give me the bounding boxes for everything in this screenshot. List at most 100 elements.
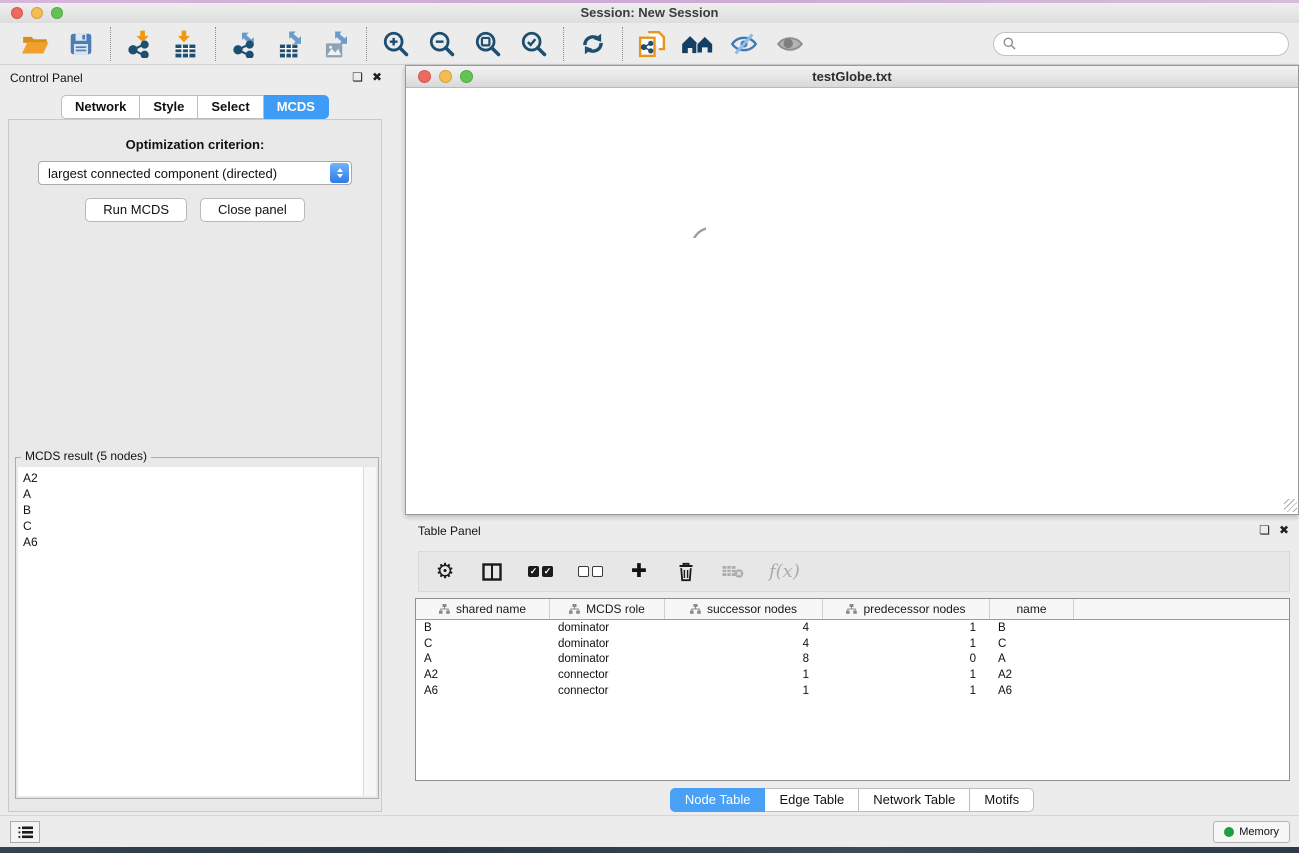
column-header-shared-name[interactable]: shared name xyxy=(416,599,550,619)
result-scrollbar[interactable] xyxy=(363,467,376,796)
deselect-all-button[interactable] xyxy=(578,558,603,586)
search-input[interactable] xyxy=(1021,37,1279,51)
function-builder-button[interactable]: f(x) xyxy=(769,558,800,586)
columns-button[interactable] xyxy=(481,558,503,586)
trash-icon xyxy=(677,561,695,582)
table-row[interactable]: A6connector11A6 xyxy=(416,683,1289,699)
close-panel-icon[interactable]: ✖ xyxy=(372,70,382,84)
function-builder-icon: f(x) xyxy=(769,561,800,582)
export-table-button[interactable] xyxy=(273,27,309,61)
select-all-button[interactable]: ✓✓ xyxy=(528,558,553,586)
maximize-network-window-button[interactable] xyxy=(460,70,473,83)
network-view-window[interactable]: testGlobe.txt B4B2BB3A5A8A6B1A3AC2A1A2A4… xyxy=(405,65,1299,515)
zoom-in-button[interactable] xyxy=(378,27,414,61)
table-cell: dominator xyxy=(550,653,665,665)
close-window-button[interactable] xyxy=(11,7,23,19)
column-header-successor-nodes[interactable]: successor nodes xyxy=(665,599,823,619)
maximize-window-button[interactable] xyxy=(51,7,63,19)
table-cell: dominator xyxy=(550,638,665,650)
gear-button[interactable]: ⚙ xyxy=(434,558,456,586)
float-panel-icon[interactable]: ❏ xyxy=(352,70,363,84)
resize-grip[interactable] xyxy=(1284,499,1297,512)
export-network-button[interactable] xyxy=(227,27,263,61)
column-header-predecessor-nodes[interactable]: predecessor nodes xyxy=(823,599,990,619)
zoom-selected-button[interactable] xyxy=(516,27,552,61)
table-cell: B xyxy=(416,622,550,634)
delete-button[interactable] xyxy=(675,558,697,586)
close-panel-button[interactable]: Close panel xyxy=(200,198,305,222)
import-table-button[interactable] xyxy=(168,27,204,61)
save-session-button[interactable] xyxy=(63,27,99,61)
run-mcds-button[interactable]: Run MCDS xyxy=(85,198,187,222)
main-titlebar[interactable]: Session: New Session xyxy=(0,3,1299,23)
close-network-window-button[interactable] xyxy=(418,70,431,83)
tab-motifs[interactable]: Motifs xyxy=(970,788,1034,812)
tab-mcds[interactable]: MCDS xyxy=(264,95,329,119)
table-row[interactable]: Adominator80A xyxy=(416,651,1289,667)
toolbar-search[interactable] xyxy=(993,32,1289,56)
result-list-item[interactable]: B xyxy=(18,502,376,518)
tab-network-table[interactable]: Network Table xyxy=(859,788,970,812)
table-row[interactable]: Bdominator41B xyxy=(416,620,1289,636)
refresh-layout-button[interactable] xyxy=(575,27,611,61)
network-window-titlebar[interactable]: testGlobe.txt xyxy=(406,66,1298,88)
result-list-item[interactable]: A2 xyxy=(18,467,376,486)
open-session-button[interactable] xyxy=(17,27,53,61)
table-cell: 1 xyxy=(823,638,990,650)
graph-node-A3[interactable]: A3 xyxy=(692,228,706,238)
select-stepper-icon[interactable] xyxy=(330,163,349,183)
columns-icon xyxy=(482,563,502,581)
network-window-title: testGlobe.txt xyxy=(406,66,1298,88)
column-type-icon xyxy=(569,604,580,614)
tab-edge-table[interactable]: Edge Table xyxy=(765,788,859,812)
export-image-icon xyxy=(323,30,351,58)
network-window-controls[interactable] xyxy=(418,70,473,83)
column-header-MCDS-role[interactable]: MCDS role xyxy=(550,599,665,619)
delete-table-icon xyxy=(722,564,744,579)
delete-table-button[interactable] xyxy=(722,558,744,586)
table-cell: connector xyxy=(550,669,665,681)
network-canvas[interactable]: B4B2BB3A5A8A6B1A3AC2A1A2A4A7C4CC1C3DD1 xyxy=(406,88,1298,513)
add-column-button[interactable]: ✚ xyxy=(628,558,650,586)
minimize-window-button[interactable] xyxy=(31,7,43,19)
result-list-item[interactable]: A6 xyxy=(18,534,376,550)
zoom-fit-button[interactable] xyxy=(470,27,506,61)
table-row[interactable]: Cdominator41C xyxy=(416,636,1289,652)
minimize-network-window-button[interactable] xyxy=(439,70,452,83)
memory-button[interactable]: Memory xyxy=(1213,821,1290,843)
table-tabs: Node TableEdge TableNetwork TableMotifs xyxy=(405,788,1299,812)
home-button[interactable] xyxy=(680,27,716,61)
float-panel-icon[interactable]: ❏ xyxy=(1259,523,1270,537)
network-graph[interactable]: B4B2BB3A5A8A6B1A3AC2A1A2A4A7C4CC1C3DD1 xyxy=(406,88,706,238)
column-header-label: predecessor nodes xyxy=(863,602,965,616)
tab-select[interactable]: Select xyxy=(198,95,263,119)
table-cell: A2 xyxy=(990,669,1074,681)
table-cell: A xyxy=(416,653,550,665)
tab-node-table[interactable]: Node Table xyxy=(670,788,766,812)
show-eye-button[interactable] xyxy=(772,27,808,61)
result-list-item[interactable]: C xyxy=(18,518,376,534)
export-image-button[interactable] xyxy=(319,27,355,61)
criterion-select[interactable]: largest connected component (directed) xyxy=(38,161,352,185)
table-cell: 1 xyxy=(665,669,823,681)
close-panel-icon[interactable]: ✖ xyxy=(1279,523,1289,537)
import-network-icon xyxy=(126,30,154,58)
node-table[interactable]: shared nameMCDS rolesuccessor nodes prede… xyxy=(415,598,1290,781)
copy-network-button[interactable] xyxy=(634,27,670,61)
tab-network[interactable]: Network xyxy=(61,95,140,119)
column-header-name[interactable]: name xyxy=(990,599,1074,619)
window-controls[interactable] xyxy=(11,7,63,19)
window-title: Session: New Session xyxy=(0,3,1299,23)
table-cell: B xyxy=(990,622,1074,634)
tab-style[interactable]: Style xyxy=(140,95,198,119)
zoom-fit-icon xyxy=(474,30,502,58)
task-history-button[interactable] xyxy=(10,821,40,843)
import-network-button[interactable] xyxy=(122,27,158,61)
hide-eye-button[interactable] xyxy=(726,27,762,61)
refresh-layout-icon xyxy=(580,31,606,57)
table-panel: Table Panel ❏ ✖ ⚙ ✓✓ ✚ xyxy=(405,515,1299,815)
table-row[interactable]: A2connector11A2 xyxy=(416,667,1289,683)
mcds-result-title: MCDS result (5 nodes) xyxy=(21,449,151,463)
result-list-item[interactable]: A xyxy=(18,486,376,502)
zoom-out-button[interactable] xyxy=(424,27,460,61)
